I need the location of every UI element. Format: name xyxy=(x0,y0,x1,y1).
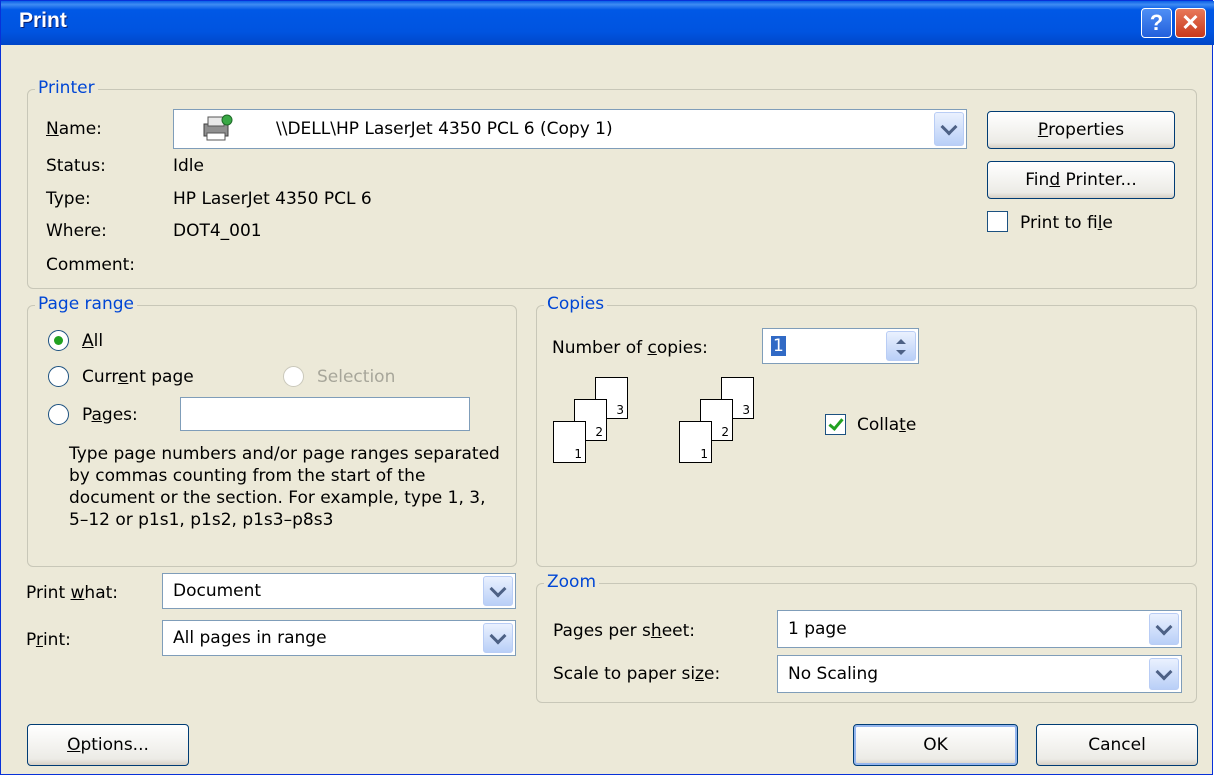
type-value: HP LaserJet 4350 PCL 6 xyxy=(173,189,372,209)
pages-per-sheet-label: Pages per sheet: xyxy=(553,621,696,641)
printer-name-value: \\DELL\HP LaserJet 4350 PCL 6 (Copy 1) xyxy=(276,119,613,139)
print-select[interactable]: All pages in range xyxy=(162,620,516,656)
type-label: Type: xyxy=(46,189,91,209)
scale-to-paper-size-dropdown-arrow[interactable] xyxy=(1149,658,1179,690)
printer-name-label: Name: xyxy=(46,119,102,139)
status-value: Idle xyxy=(173,156,204,176)
selection-radio[interactable] xyxy=(283,366,304,387)
scale-to-paper-size-value: No Scaling xyxy=(788,664,879,684)
page-range-legend: Page range xyxy=(35,294,137,314)
collate-checkbox[interactable] xyxy=(825,414,846,435)
zoom-legend: Zoom xyxy=(544,572,600,592)
options-button[interactable]: Options... xyxy=(27,724,189,766)
pages-radio[interactable] xyxy=(48,404,69,425)
page-range-help-text: Type page numbers and/or page ranges sep… xyxy=(69,444,500,530)
title-bar[interactable]: Print ? ✕ xyxy=(1,1,1214,45)
pages-per-sheet-value: 1 page xyxy=(788,619,847,639)
print-dropdown-arrow[interactable] xyxy=(483,623,513,653)
help-button[interactable]: ? xyxy=(1141,8,1172,38)
scale-to-paper-size-select[interactable]: No Scaling xyxy=(777,655,1182,693)
properties-button[interactable]: Properties xyxy=(987,111,1175,149)
find-printer-button[interactable]: Fin d Printer... xyxy=(987,161,1175,199)
all-radio[interactable] xyxy=(48,330,69,351)
collate-page-1: 1 xyxy=(553,421,586,463)
collate-label[interactable]: Collate xyxy=(857,415,916,435)
printer-name-select[interactable]: \\DELL\HP LaserJet 4350 PCL 6 (Copy 1) xyxy=(173,109,967,149)
print-value: All pages in range xyxy=(173,628,327,648)
dialog-title: Print xyxy=(19,9,67,32)
chevron-down-icon xyxy=(1155,663,1173,680)
pages-per-sheet-dropdown-arrow[interactable] xyxy=(1149,613,1179,645)
cancel-button[interactable]: Cancel xyxy=(1036,724,1198,766)
chevron-down-icon xyxy=(489,580,507,597)
comment-label: Comment: xyxy=(46,255,136,275)
number-of-copies-spinner[interactable]: 1 xyxy=(762,328,919,364)
chevron-down-icon xyxy=(489,627,507,644)
print-what-label: Print what: xyxy=(26,583,119,603)
print-to-file-checkbox[interactable] xyxy=(987,211,1008,232)
current-page-label[interactable]: Current page xyxy=(82,367,194,387)
print-label: Print: xyxy=(26,630,71,650)
pages-label[interactable]: Pages: xyxy=(82,405,138,425)
number-of-copies-label: Number of copies: xyxy=(552,338,708,358)
all-label[interactable]: All xyxy=(82,331,103,351)
where-value: DOT4_001 xyxy=(173,221,262,241)
copies-legend: Copies xyxy=(544,294,608,314)
print-what-value: Document xyxy=(173,581,262,601)
printer-name-dropdown-arrow[interactable] xyxy=(934,112,964,146)
printer-icon xyxy=(200,114,234,149)
print-dialog: Print ? ✕ Printer Name: \\DELL\HP LaserJ… xyxy=(0,0,1214,775)
number-of-copies-value: 1 xyxy=(771,336,786,356)
collate-page-1: 1 xyxy=(679,421,712,463)
spin-arrows-icon xyxy=(896,339,906,355)
collate-illustration-collated: 3 2 1 xyxy=(553,377,633,477)
collate-illustration-collated-2: 3 2 1 xyxy=(679,377,759,477)
ok-button[interactable]: OK xyxy=(853,724,1018,766)
pages-input[interactable] xyxy=(180,397,470,431)
pages-per-sheet-select[interactable]: 1 page xyxy=(777,610,1182,648)
chevron-down-icon xyxy=(1155,618,1173,635)
print-what-select[interactable]: Document xyxy=(162,573,516,609)
printer-legend: Printer xyxy=(35,78,98,98)
print-what-dropdown-arrow[interactable] xyxy=(483,576,513,606)
where-label: Where: xyxy=(46,221,107,241)
chevron-down-icon xyxy=(940,118,958,135)
current-page-radio[interactable] xyxy=(48,366,69,387)
close-button[interactable]: ✕ xyxy=(1175,8,1206,38)
spin-buttons[interactable] xyxy=(886,331,916,361)
status-label: Status: xyxy=(46,156,106,176)
selection-label[interactable]: Selection xyxy=(317,367,395,387)
scale-to-paper-size-label: Scale to paper size: xyxy=(553,664,721,684)
print-to-file-label[interactable]: Print to file xyxy=(1020,213,1113,233)
